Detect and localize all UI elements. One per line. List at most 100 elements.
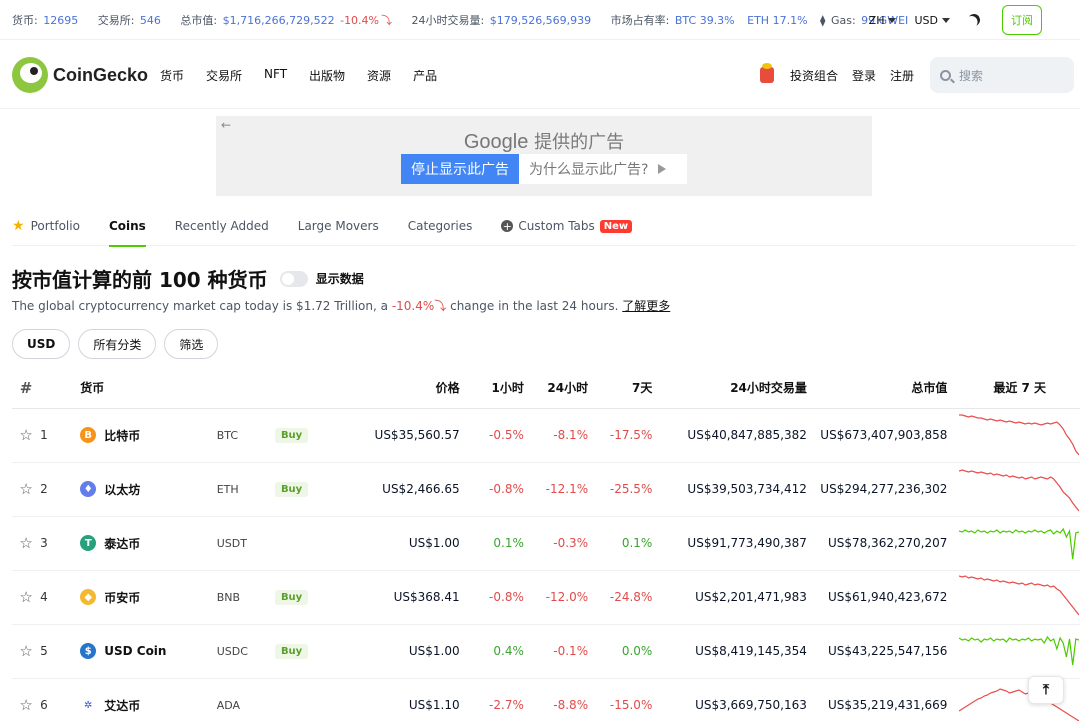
coin-name: 以太坊 (104, 482, 141, 497)
volume-value[interactable]: $179,526,569,939 (490, 14, 591, 27)
favorite-star-icon[interactable]: ☆ (12, 516, 40, 570)
coin-symbol: USDC (216, 644, 248, 658)
filter-button[interactable]: 筛选 (164, 329, 219, 359)
favorite-star-icon[interactable]: ☆ (12, 408, 40, 462)
eth-dominance[interactable]: ETH 17.1% (747, 14, 807, 27)
exchanges-label: 交易所: (97, 14, 135, 27)
tab-movers-label: Large Movers (297, 219, 379, 233)
main-navigation: CoinGecko 货币 交易所 NFT 出版物 资源 产品 投资组合 登录 注… (0, 41, 1080, 109)
coin-cell[interactable]: ◆ 币安币 (80, 570, 217, 624)
play-icon (658, 164, 667, 174)
search-icon (940, 69, 951, 81)
nav-item-products[interactable]: 产品 (413, 67, 437, 84)
header-volume[interactable]: 24小时交易量 (660, 368, 807, 409)
eth-gas-icon: ⧫ (820, 14, 826, 27)
price-cell: US$368.41 (393, 590, 460, 604)
table-row[interactable]: ☆ 6 ✲ 艾达币 ADA US$1.10 -2.7% -8.8% -15.0% US$3,669… (12, 678, 1080, 721)
sparkline-path (959, 527, 1080, 559)
page-title-row: 按市值计算的前 100 种货币 显示数据 (12, 264, 364, 293)
stop-ad-button[interactable]: 停止显示此广告 (401, 154, 519, 184)
tab-large-movers[interactable]: Large Movers (298, 206, 379, 246)
tab-custom-tabs[interactable]: + Custom Tabs New (501, 206, 633, 246)
table-row[interactable]: ☆ 4 ◆ 币安币 BNB Buy US$368.41 -0.8% -12.0% -24.8% US… (12, 570, 1080, 624)
nav-item-publications[interactable]: 出版物 (309, 67, 345, 84)
tab-categories-label: Categories (407, 219, 473, 233)
nav-item-exchanges[interactable]: 交易所 (206, 67, 242, 84)
exchanges-count-link[interactable]: 546 (140, 14, 161, 27)
coin-cell[interactable]: ♦ 以太坊 (80, 462, 217, 516)
usdt-coin-icon: T (80, 535, 97, 551)
table-row[interactable]: ☆ 3 T 泰达币 USDT US$1.00 0.1% -0.3% 0.1% US$91,773,… (12, 516, 1080, 570)
coingecko-logo[interactable]: CoinGecko (12, 57, 148, 93)
table-row[interactable]: ☆ 5 $ USD Coin USDC Buy US$1.00 0.4% -0.1% 0.0% US… (12, 624, 1080, 678)
coin-name: 艾达币 (104, 698, 141, 713)
category-filter-button[interactable]: 所有分类 (78, 329, 157, 359)
market-cap-cell: US$35,219,431,669 (827, 698, 948, 712)
buy-button[interactable]: Buy (274, 590, 309, 605)
scroll-to-top-icon[interactable]: ⤒ (1028, 676, 1064, 704)
show-stats-label: 显示数据 (315, 272, 364, 286)
sparkline-cell (947, 408, 1080, 462)
favorite-star-icon[interactable]: ☆ (12, 570, 40, 624)
login-link[interactable]: 登录 (852, 67, 876, 84)
show-stats-toggle[interactable] (279, 270, 308, 287)
header-price[interactable]: 价格 (337, 368, 468, 409)
favorite-star-icon[interactable]: ☆ (12, 462, 40, 516)
table-row[interactable]: ☆ 1 B 比特币 BTC Buy US$35,560.57 -0.5% -8.1% -17.5%… (12, 408, 1080, 462)
tab-categories[interactable]: Categories (408, 206, 473, 246)
sparkline-path (959, 468, 1080, 511)
tab-custom-label: Custom Tabs (518, 219, 595, 233)
rank-cell: 1 (40, 428, 48, 442)
buy-button[interactable]: Buy (274, 428, 309, 443)
coins-count-link[interactable]: 12695 (43, 14, 78, 27)
language-selector[interactable]: ZH (869, 14, 897, 27)
price-cell: US$35,560.57 (374, 428, 460, 442)
favorite-star-icon[interactable]: ☆ (12, 624, 40, 678)
nav-item-coins[interactable]: 货币 (160, 67, 184, 84)
currency-filter-button[interactable]: USD (12, 329, 71, 359)
search-input[interactable]: 搜索 (930, 57, 1074, 93)
why-ad-button[interactable]: 为什么显示此广告? (519, 154, 687, 184)
rank-cell: 3 (40, 536, 48, 550)
btc-dominance[interactable]: BTC 39.3% (675, 14, 735, 27)
header-1h[interactable]: 1小时 (467, 368, 532, 409)
sparkline-cell (947, 462, 1080, 516)
subscribe-button[interactable]: 订阅 (1002, 5, 1042, 35)
nav-item-nft[interactable]: NFT (264, 67, 287, 84)
dark-mode-toggle-icon[interactable] (966, 12, 981, 27)
header-market-cap[interactable]: 总市值 (806, 368, 948, 409)
ad-title: Google 提供的广告 (216, 128, 872, 154)
tab-portfolio[interactable]: ★ Portfolio (12, 206, 80, 246)
sparkline-chart (959, 527, 1080, 559)
learn-more-link[interactable]: 了解更多 (622, 299, 670, 313)
favorite-star-icon[interactable]: ☆ (12, 678, 40, 721)
gift-candy-icon[interactable] (759, 63, 774, 83)
change-7d-cell: 0.1% (621, 536, 653, 550)
currency-selector[interactable]: USD (914, 14, 950, 27)
change-1h-cell: -2.7% (489, 698, 524, 712)
coins-table: # 货币 价格 1小时 24小时 7天 24小时交易量 总市值 最近 7 天 ☆… (12, 368, 1080, 721)
buy-button[interactable]: Buy (274, 644, 309, 659)
tab-coins[interactable]: Coins (108, 206, 146, 247)
currency-value: USD (914, 13, 938, 27)
signup-link[interactable]: 注册 (890, 67, 914, 84)
header-24h[interactable]: 24小时 (531, 368, 597, 409)
market-cap-cell: US$294,277,236,302 (820, 482, 948, 496)
market-cap-value[interactable]: $1,716,266,729,522 (223, 14, 335, 27)
tab-recently-added[interactable]: Recently Added (175, 206, 269, 246)
header-rank[interactable]: # (12, 368, 41, 409)
filter-chips: USD 所有分类 筛选 (12, 329, 226, 359)
table-row[interactable]: ☆ 2 ♦ 以太坊 ETH Buy US$2,466.65 -0.8% -12.1% -25.5%… (12, 462, 1080, 516)
header-coin[interactable]: 货币 (80, 368, 217, 409)
coin-cell[interactable]: ✲ 艾达币 (80, 678, 217, 721)
header-7d[interactable]: 7天 (596, 368, 661, 409)
portfolio-link[interactable]: 投资组合 (790, 67, 838, 84)
volume-cell: US$40,847,885,382 (687, 428, 807, 442)
coin-cell[interactable]: $ USD Coin (80, 624, 217, 678)
coin-cell[interactable]: B 比特币 (80, 408, 217, 462)
buy-button[interactable]: Buy (274, 482, 309, 497)
nav-item-resources[interactable]: 资源 (367, 67, 391, 84)
google-wordmark: Google (463, 131, 529, 153)
coin-cell[interactable]: T 泰达币 (80, 516, 217, 570)
coin-symbol: USDT (216, 536, 247, 550)
